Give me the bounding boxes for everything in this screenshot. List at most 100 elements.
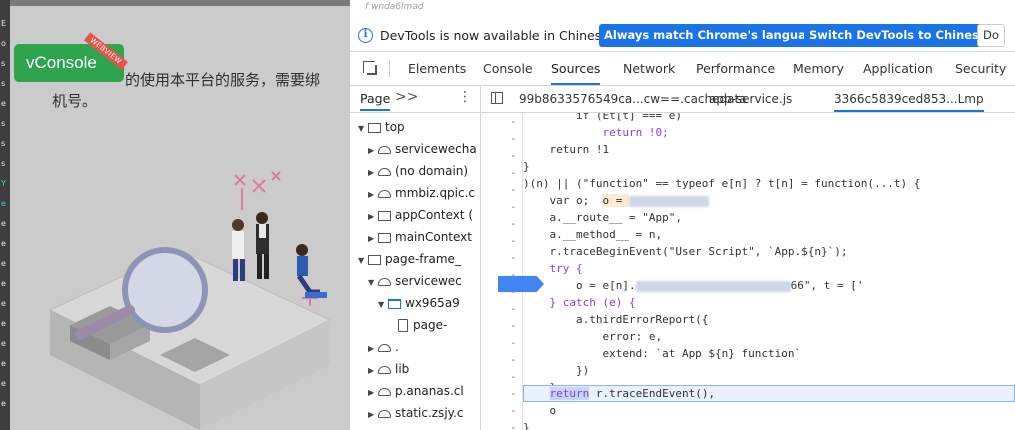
line-gutter[interactable]: -------------------: [481, 113, 521, 430]
gutter-line-marker[interactable]: -: [510, 166, 517, 179]
expand-down-icon[interactable]: ▼: [378, 294, 388, 316]
expand-down-icon[interactable]: ▼: [358, 118, 368, 140]
gutter-line-marker[interactable]: -: [510, 251, 517, 264]
tab-elements[interactable]: Elements: [408, 52, 466, 85]
strip-mark: s: [1, 119, 6, 128]
navigator-tab-page[interactable]: Page: [360, 91, 391, 111]
strip-mark: o: [1, 39, 6, 48]
expand-right-icon[interactable]: ▶: [368, 162, 378, 184]
gutter-line-marker[interactable]: -: [510, 370, 517, 383]
file-icon: [398, 319, 408, 332]
kebab-menu-icon[interactable]: ⋮: [458, 89, 472, 105]
strip-mark: e: [1, 379, 6, 388]
devtools-tabbar: Elements Console Sources Network Perform…: [350, 52, 1015, 86]
tab-sources[interactable]: Sources: [551, 52, 601, 85]
cloud-icon: [378, 343, 391, 352]
strip-mark: e: [1, 399, 6, 408]
expand-right-icon[interactable]: ▶: [368, 206, 378, 228]
expand-down-icon[interactable]: ▼: [368, 272, 378, 294]
tree-node-label: wx965a9: [405, 296, 460, 310]
strip-mark: e: [1, 199, 6, 208]
toggle-navigator-icon[interactable]: [491, 92, 503, 104]
tab-performance[interactable]: Performance: [696, 52, 775, 85]
miniprogram-preview: vConsole WEBVIEW 的使用本平台的服务，需要绑 机号。 E o s…: [0, 0, 350, 430]
code-line: }: [523, 421, 530, 430]
code-line: return !0;: [523, 126, 669, 139]
tab-network[interactable]: Network: [623, 52, 675, 85]
inspect-element-icon[interactable]: [363, 61, 375, 73]
tree-node[interactable]: ▶ appContext (: [368, 204, 473, 226]
gutter-line-marker[interactable]: -: [510, 149, 517, 162]
tree-node-label: p.ananas.cl: [395, 384, 464, 398]
sources-navigator: Page >> ⋮ ▼ top ▶ servicewecha ▶ (no domain) ▶…: [350, 86, 481, 430]
gutter-line-marker[interactable]: -: [510, 217, 517, 230]
gutter-line-marker[interactable]: -: [510, 132, 517, 145]
gutter-line-marker[interactable]: -: [510, 353, 517, 366]
tree-node-label: .: [395, 340, 399, 354]
tree-node-label: lib: [395, 362, 410, 376]
tree-node[interactable]: ▼ top: [358, 116, 405, 138]
always-match-language-button[interactable]: Always match Chrome's language: [599, 24, 827, 47]
code-editor[interactable]: if (Et[t] === e) return !0; return !1 } …: [523, 113, 1015, 430]
strip-mark: e: [1, 359, 6, 368]
tree-node[interactable]: ▼ wx965a9: [378, 292, 460, 314]
cloud-icon: [378, 277, 391, 286]
expand-right-icon[interactable]: ▶: [368, 228, 378, 250]
code-line: error: e,: [523, 330, 663, 343]
expand-right-icon[interactable]: ▶: [368, 360, 378, 382]
inline-value: o =: [602, 194, 629, 207]
tree-node[interactable]: ▼ page-frame_: [358, 248, 461, 270]
gutter-line-marker[interactable]: -: [510, 336, 517, 349]
gutter-line-marker[interactable]: -: [510, 404, 517, 417]
expand-right-icon[interactable]: ▶: [368, 338, 378, 360]
file-tab-app-service[interactable]: app-service.js: [709, 86, 792, 112]
tree-node-label: (no domain): [395, 164, 469, 178]
tree-node[interactable]: ▶ lib: [368, 358, 409, 380]
expand-right-icon[interactable]: ▶: [368, 140, 378, 162]
code-line: )(n) || ("function" == typeof e[n] ? t[n…: [523, 177, 921, 190]
tree-node[interactable]: ▶ static.zsjy.c: [368, 402, 463, 424]
more-tabs-icon[interactable]: >>: [395, 89, 418, 105]
tab-memory[interactable]: Memory: [793, 52, 844, 85]
code-line: }): [523, 364, 590, 377]
tree-node[interactable]: ▼ servicewec: [368, 270, 462, 292]
folder-icon: [388, 298, 401, 309]
expand-right-icon[interactable]: ▶: [368, 404, 378, 426]
editor-file-tabs: 99b8633576549ca...cw==.cachedata app-ser…: [481, 86, 1015, 113]
code-line: if (Et[t] === e): [523, 113, 682, 122]
code-line: o = e[n]. 66", t = [': [523, 279, 864, 292]
tree-node-label: mmbiz.qpic.c: [395, 186, 476, 200]
gutter-line-marker[interactable]: -: [510, 319, 517, 332]
expand-right-icon[interactable]: ▶: [368, 382, 378, 404]
tree-node[interactable]: ▶.: [368, 336, 399, 358]
file-tab-active[interactable]: 3366c5839ced853...Lmp: [834, 86, 984, 112]
tree-node[interactable]: ▶ servicewecha: [368, 138, 477, 160]
binding-illustration: [48, 171, 332, 430]
gutter-line-marker[interactable]: -: [510, 387, 517, 400]
code-line: a.__route__ = "App",: [523, 211, 682, 224]
strip-mark: e: [1, 299, 6, 308]
code-line: a.thirdErrorReport({: [523, 313, 709, 326]
dont-show-again-button[interactable]: Do: [977, 24, 1005, 47]
cloud-icon: [378, 189, 391, 198]
gutter-line-marker[interactable]: -: [510, 421, 517, 430]
tree-node[interactable]: ▶ mmbiz.qpic.c: [368, 182, 475, 204]
gutter-line-marker[interactable]: -: [510, 183, 517, 196]
tree-node[interactable]: ▶ mainContext: [368, 226, 472, 248]
tree-node[interactable]: ▶ p.ananas.cl: [368, 380, 464, 402]
gutter-line-marker[interactable]: -: [510, 115, 517, 128]
devtools-window: f wnda6lmad i DevTools is now available …: [350, 0, 1015, 430]
switch-to-chinese-button[interactable]: Switch DevTools to Chinese: [804, 24, 992, 47]
tab-console[interactable]: Console: [483, 52, 533, 85]
expand-down-icon[interactable]: ▼: [358, 250, 368, 272]
tree-node[interactable]: ▶ (no domain): [368, 160, 468, 182]
tree-node-label: servicewec: [395, 274, 462, 288]
gutter-line-marker[interactable]: -: [510, 234, 517, 247]
gutter-line-marker[interactable]: -: [510, 302, 517, 315]
tree-node-label: page-frame_: [385, 252, 461, 266]
tab-security[interactable]: Security: [955, 52, 1006, 85]
gutter-line-marker[interactable]: -: [510, 200, 517, 213]
tab-application[interactable]: Application: [863, 52, 933, 85]
tree-node[interactable]: page-: [388, 314, 447, 336]
expand-right-icon[interactable]: ▶: [368, 184, 378, 206]
